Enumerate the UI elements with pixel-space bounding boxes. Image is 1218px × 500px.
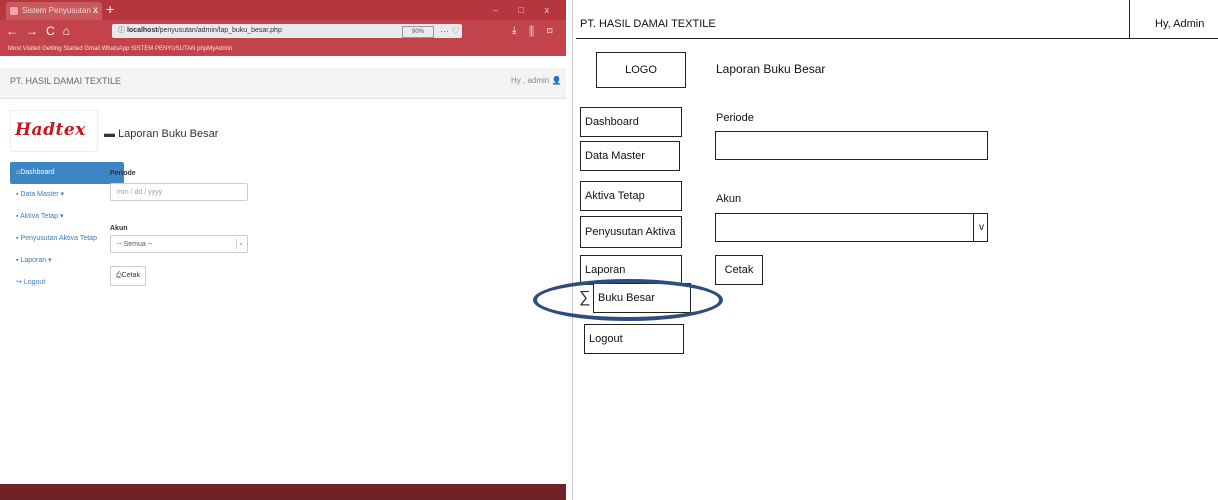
highlight-ellipse — [533, 279, 723, 321]
wireframe-periode-label: Periode — [716, 112, 754, 124]
home-icon[interactable]: ⌂ — [63, 24, 70, 38]
wireframe-nav-data-master[interactable]: Data Master — [580, 141, 680, 171]
app-brand[interactable]: PT. HASIL DAMAI TEXTILE — [10, 76, 121, 86]
company-logo: Hadtex — [10, 110, 98, 152]
wireframe-nav-logout[interactable]: Logout — [584, 324, 684, 354]
zoom-level[interactable]: 90% — [402, 26, 434, 38]
wireframe-nav-penyusutan[interactable]: Penyusutan Aktiva Tetap — [580, 216, 682, 268]
user-name: Hy , admin — [511, 76, 550, 85]
sidebar-item-data-master[interactable]: ▪ Data Master ▾ — [10, 184, 124, 206]
cetak-label: Cetak — [121, 272, 140, 279]
sidebar-item-label: Data Master ▾ — [20, 191, 65, 198]
chevron-down-icon: ⌄ — [236, 239, 245, 249]
cetak-button[interactable]: ⎙Cetak — [110, 266, 146, 286]
sidebar-item-logout[interactable]: ↪ Logout — [10, 272, 124, 294]
user-greeting[interactable]: Hy , admin 👤 — [511, 76, 561, 85]
window-controls[interactable]: – □ x — [493, 0, 558, 20]
wireframe-select-arrow-icon[interactable]: v — [973, 213, 989, 242]
browser-screenshot: Sistem Penyusutan x + – □ x ← → C ⌂ ⓘ local… — [0, 0, 566, 500]
akun-label: Akun — [110, 225, 128, 232]
header-separator — [1129, 0, 1130, 38]
wireframe-brand: PT. HASIL DAMAI TEXTILE — [580, 18, 716, 30]
page-title: ▬ Laporan Buku Besar — [104, 128, 218, 140]
sidebar-item-aktiva-tetap[interactable]: ▪ Aktiva Tetap ▾ — [10, 206, 124, 228]
panel-divider — [572, 0, 573, 500]
wireframe-page-title: Laporan Buku Besar — [716, 62, 826, 76]
nav-buttons: ← → C ⌂ — [6, 20, 78, 42]
sidebar-item-laporan[interactable]: ▪ Laporan ▾ — [10, 250, 124, 272]
page-title-text: Laporan Buku Besar — [118, 128, 219, 140]
wireframe-logo-box: LOGO — [596, 52, 686, 88]
tab-favicon-icon — [10, 7, 18, 15]
wireframe-user: Hy, Admin — [1155, 18, 1205, 30]
book-icon: ▬ — [104, 128, 115, 140]
back-arrow-icon[interactable]: ← — [6, 24, 18, 38]
new-tab-button[interactable]: + — [106, 0, 114, 18]
logo-text: Hadtex — [15, 120, 86, 140]
sidebar-item-label: Laporan ▾ — [20, 257, 52, 264]
bookmarks-list[interactable]: Most Visited Getting Started Gmail Whats… — [8, 42, 232, 56]
sidebar-item-label: Logout — [23, 279, 46, 286]
url-text[interactable]: ⓘ localhost/penyusutan/admin/lap_buku_be… — [118, 24, 282, 38]
sidebar-item-label: Dashboard — [20, 169, 55, 176]
akun-selected-value: -- Semua -- — [117, 241, 153, 248]
page-footer — [0, 484, 566, 500]
wireframe-periode-input[interactable] — [715, 131, 988, 160]
periode-label: Periode — [110, 170, 136, 177]
sidebar-item-penyusutan[interactable]: ▪ Penyusutan Aktiva Tetap — [10, 228, 124, 250]
page-actions-icon[interactable]: ··· ♡ ☆ — [440, 24, 470, 38]
tab-close-icon[interactable]: x — [93, 2, 98, 20]
wireframe-cetak-button[interactable]: Cetak — [715, 255, 763, 285]
browser-tab[interactable]: Sistem Penyusutan x — [6, 2, 102, 20]
url-path: /penyusutan/admin/lap_buku_besar.php — [157, 27, 282, 34]
reload-icon[interactable]: C — [46, 24, 55, 38]
sidebar-item-label: Aktiva Tetap ▾ — [20, 213, 64, 220]
user-icon: 👤 — [551, 76, 562, 85]
akun-select[interactable]: -- Semua -- ⌄ — [110, 235, 248, 253]
sidebar-item-label: Penyusutan Aktiva Tetap — [20, 235, 97, 242]
wireframe-nav-dashboard[interactable]: Dashboard — [580, 107, 682, 137]
logout-icon: ↪ — [16, 279, 24, 286]
wireframe-nav-aktiva-tetap[interactable]: Aktiva Tetap — [580, 181, 682, 211]
tab-title: Sistem Penyusutan — [22, 6, 91, 15]
periode-input[interactable]: mm / dd / yyyy — [110, 183, 248, 201]
forward-arrow-icon[interactable]: → — [26, 24, 38, 38]
wireframe-akun-select[interactable] — [715, 213, 988, 242]
sidebar: ⌂Dashboard ▪ Data Master ▾ ▪ Aktiva Teta… — [10, 162, 124, 294]
wireframe-akun-label: Akun — [716, 193, 742, 205]
sidebar-item-dashboard[interactable]: ⌂Dashboard — [10, 162, 124, 184]
url-host: localhost — [126, 27, 158, 34]
